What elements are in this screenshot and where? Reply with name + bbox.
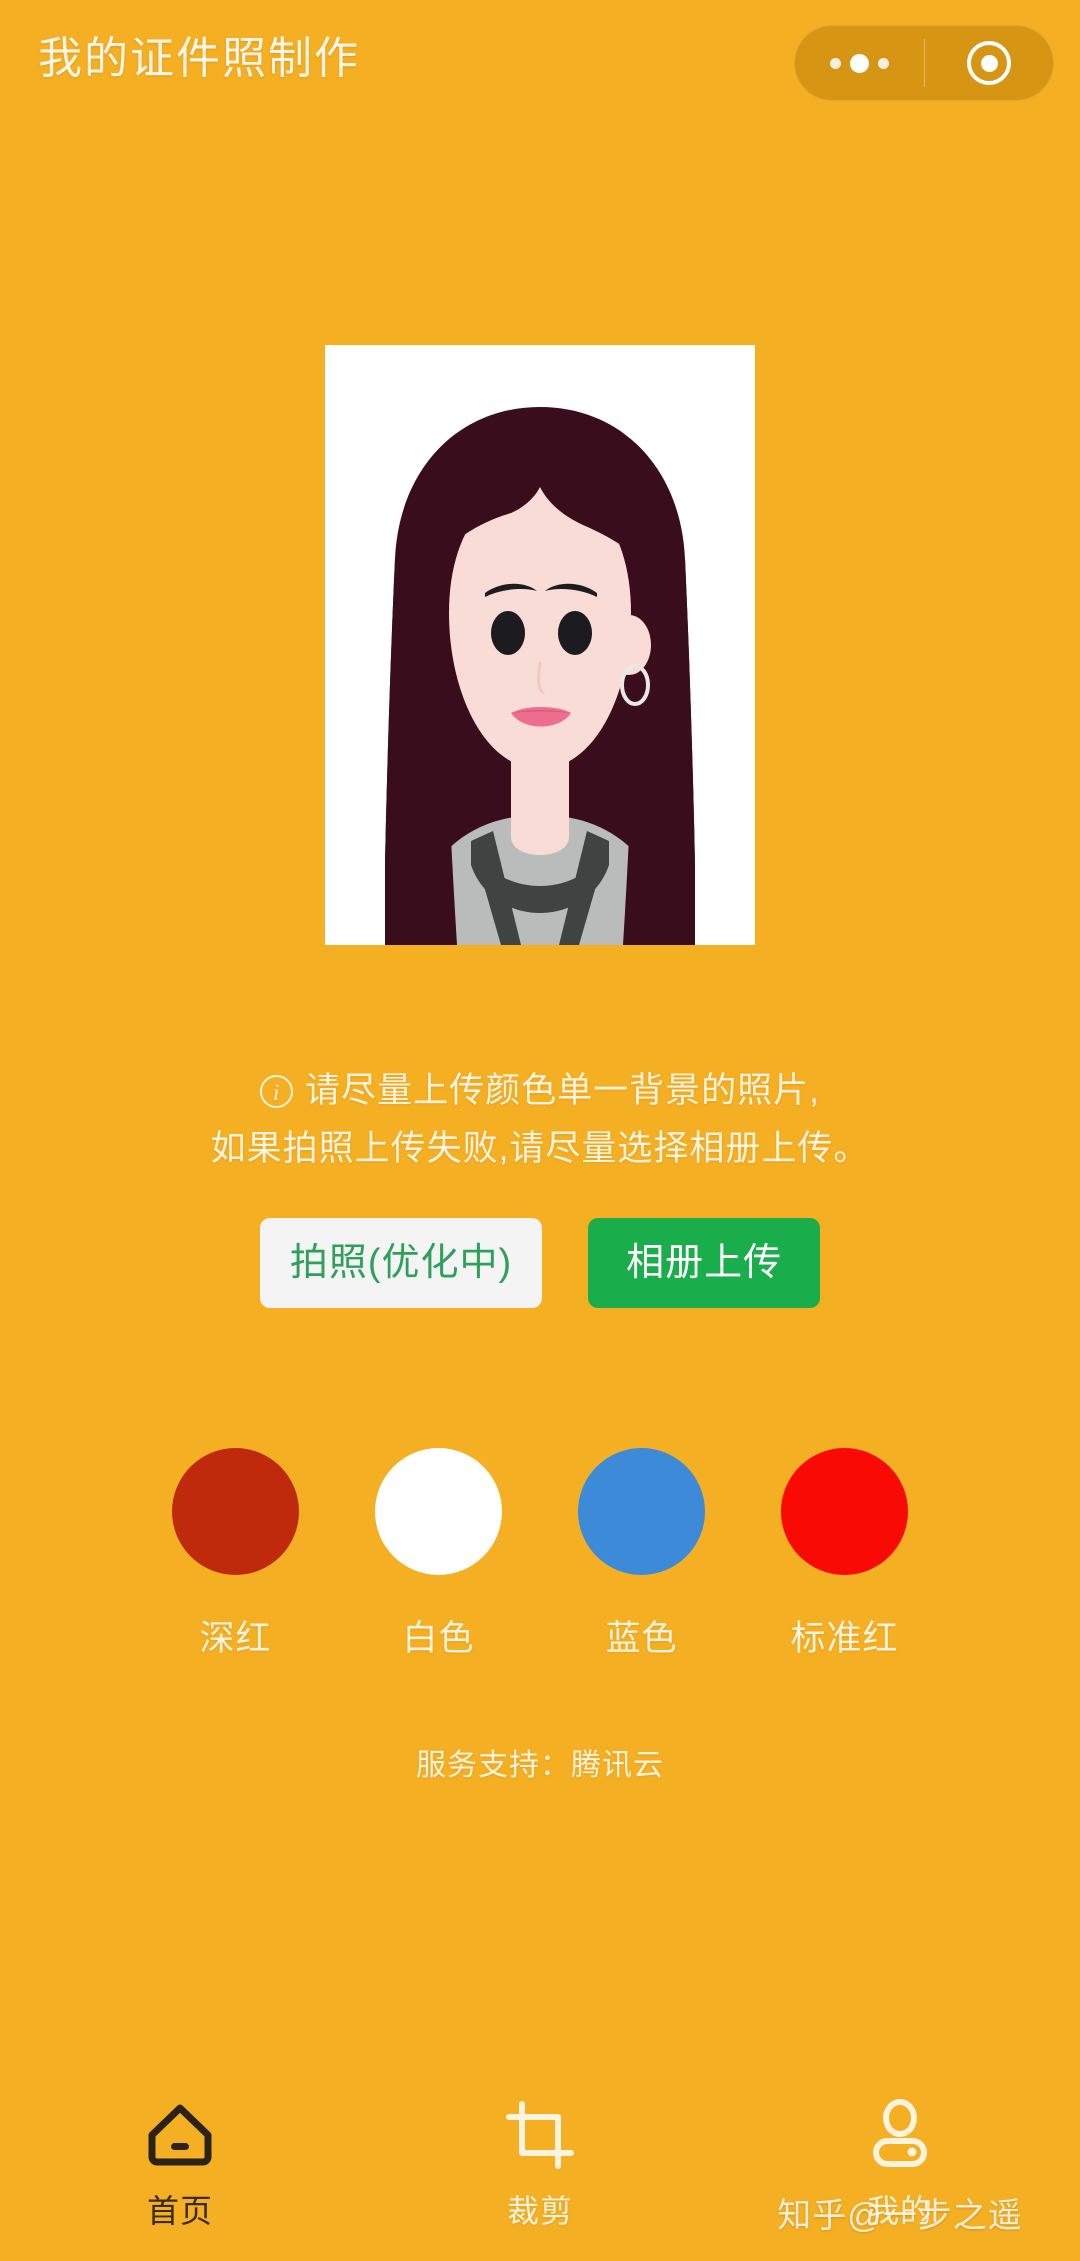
tab-profile-label: 我的 [866, 2193, 933, 2229]
swatch-dot-1 [375, 1448, 502, 1575]
background-color-options: 深红 白色 蓝色 标准红 [0, 1448, 1080, 1661]
swatch-option-0[interactable]: 深红 [168, 1448, 303, 1661]
album-upload-button[interactable]: 相册上传 [588, 1218, 821, 1308]
swatch-dot-3 [781, 1448, 908, 1575]
swatch-dot-0 [172, 1448, 299, 1575]
app-header: 我的证件照制作 [0, 0, 1080, 118]
capsule-menu-button[interactable] [794, 25, 924, 101]
take-photo-button[interactable]: 拍照(优化中) [259, 1218, 543, 1308]
bottom-tab-bar: 首页 裁剪 我的 知乎@一步之遥 [0, 2076, 1080, 2261]
page-title: 我的证件照制作 [38, 34, 360, 83]
swatch-dot-2 [578, 1448, 705, 1575]
tip-line-1-text: 请尽量上传颜色单一背景的照片, [305, 1071, 820, 1110]
tab-home-label: 首页 [146, 2193, 213, 2229]
target-circle-icon [967, 41, 1011, 85]
app-screen: 我的证件照制作 i 请尽量上传颜色单一背景的照片, 如果拍照上传失败,请尽量选择… [0, 0, 1080, 2261]
swatch-label-0: 深红 [199, 1619, 272, 1658]
upload-tips: i 请尽量上传颜色单一背景的照片, 如果拍照上传失败,请尽量选择相册上传。 [0, 1062, 1080, 1178]
swatch-label-1: 白色 [402, 1619, 475, 1658]
more-dots-icon [829, 53, 889, 73]
capsule-close-button[interactable] [924, 25, 1054, 101]
user-profile-icon [861, 2096, 939, 2174]
crop-icon [501, 2096, 579, 2174]
swatch-label-3: 标准红 [790, 1619, 899, 1658]
tip-line-1: i 请尽量上传颜色单一背景的照片, [0, 1062, 1080, 1120]
tab-profile[interactable]: 我的 知乎@一步之遥 [720, 2096, 1080, 2235]
home-icon [141, 2096, 219, 2174]
swatch-label-2: 蓝色 [605, 1619, 678, 1658]
swatch-option-2[interactable]: 蓝色 [574, 1448, 709, 1661]
swatch-option-1[interactable]: 白色 [371, 1448, 506, 1661]
tab-home[interactable]: 首页 [0, 2096, 360, 2232]
tip-line-2: 如果拍照上传失败,请尽量选择相册上传。 [210, 1129, 870, 1168]
tab-crop-label: 裁剪 [506, 2193, 573, 2229]
service-support-text: 服务支持：腾讯云 [416, 1749, 664, 1782]
tab-crop[interactable]: 裁剪 [360, 2096, 720, 2232]
action-buttons: 拍照(优化中) 相册上传 [0, 1218, 1080, 1308]
swatch-option-3[interactable]: 标准红 [777, 1448, 912, 1661]
info-circle-icon: i [260, 1075, 294, 1108]
avatar-illustration [325, 345, 755, 945]
miniprogram-capsule[interactable] [794, 25, 1054, 101]
id-photo-preview[interactable] [325, 345, 755, 945]
